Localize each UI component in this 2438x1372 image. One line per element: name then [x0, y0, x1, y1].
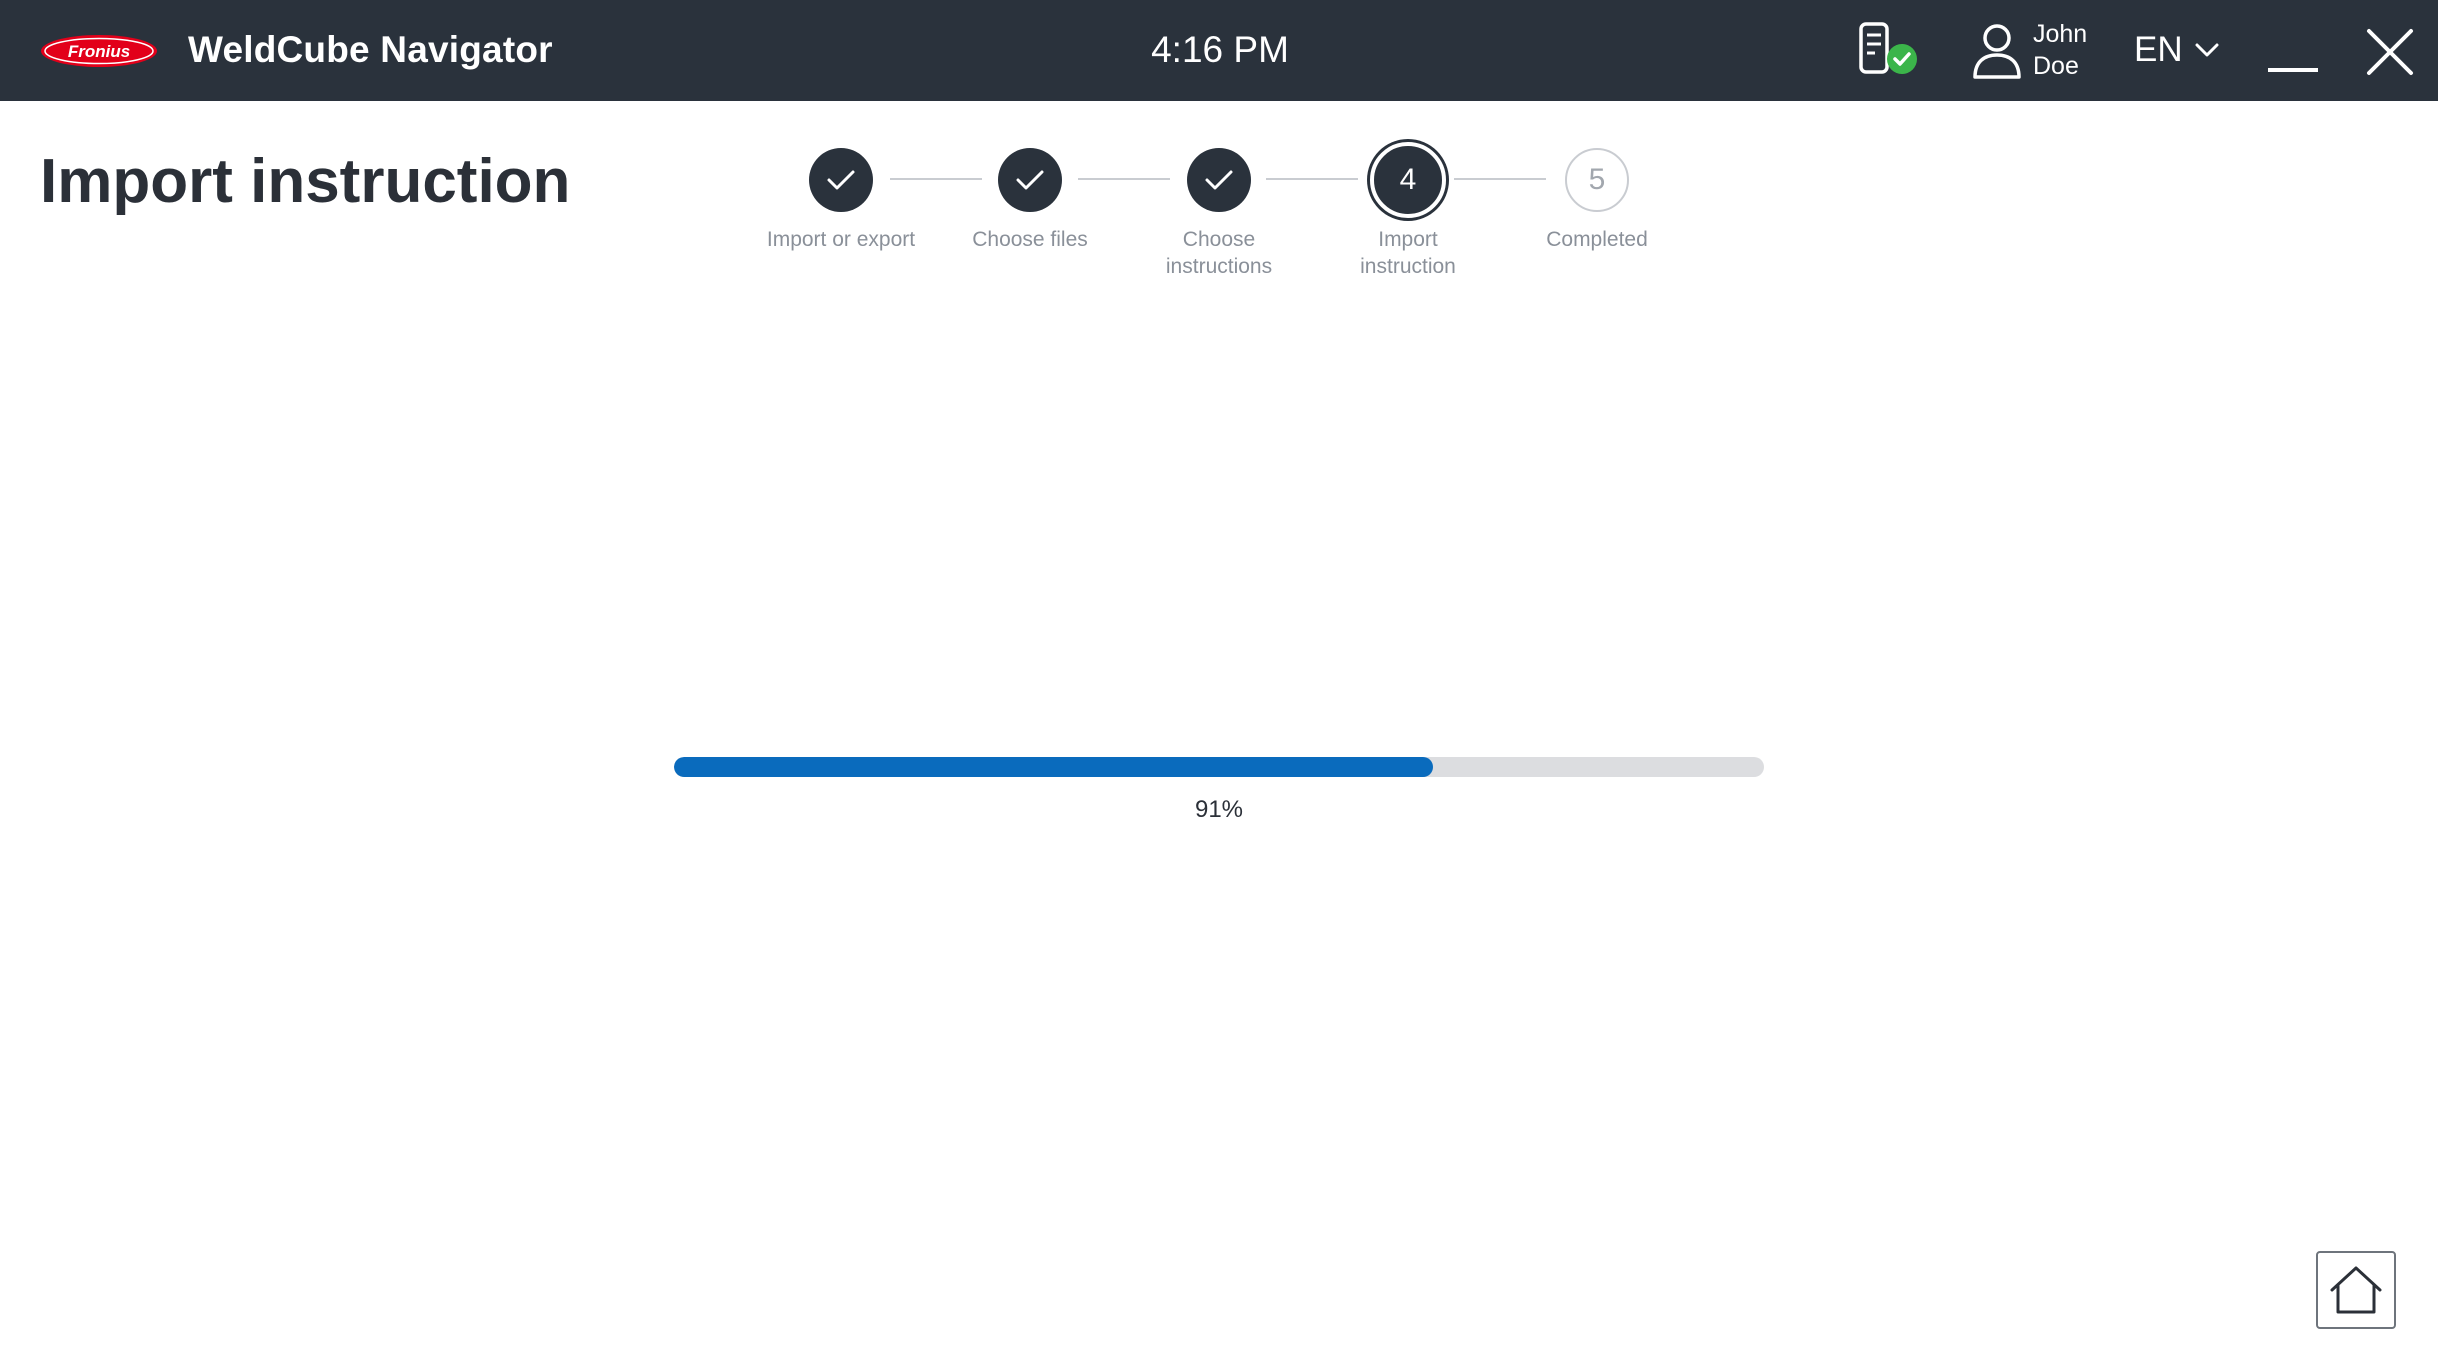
step-label: Choose instructions [1165, 228, 1273, 278]
check-icon [1205, 170, 1233, 190]
check-icon [827, 170, 855, 190]
check-icon [1016, 170, 1044, 190]
step-completed: 5 Completed [1502, 140, 1692, 253]
top-bar: Fronius WeldCube Navigator 4:16 PM John … [0, 0, 2438, 101]
step-label: Import instruction [1360, 228, 1456, 278]
step-label: Completed [1546, 228, 1648, 251]
step-label: Choose files [972, 228, 1088, 251]
user-icon[interactable] [1972, 22, 2022, 80]
clock: 4:16 PM [1151, 29, 1289, 70]
progress-stepper: Import or export Choose files Choose ins… [740, 140, 1680, 300]
step-choose-instructions: Choose instructions [1124, 140, 1314, 280]
user-last-name: Doe [2033, 52, 2079, 80]
step-import-instruction: 4 Import instruction [1313, 140, 1503, 280]
step-import-or-export: Import or export [746, 140, 936, 253]
fronius-logo: Fronius [41, 35, 157, 67]
step-circle-pending: 5 [1565, 148, 1629, 212]
home-button[interactable] [2316, 1251, 2396, 1329]
progress-bar-fill [674, 757, 1433, 777]
progress-percent: 91% [1194, 796, 1244, 823]
close-icon[interactable] [2365, 27, 2415, 77]
step-choose-files: Choose files [935, 140, 1125, 253]
app-title: WeldCube Navigator [188, 29, 553, 70]
progress-bar [674, 757, 1764, 777]
page-title: Import instruction [40, 147, 571, 216]
chevron-down-icon [2195, 43, 2219, 57]
user-first-name: John [2033, 20, 2088, 48]
step-label: Import or export [766, 228, 916, 251]
logo-text: Fronius [68, 42, 130, 61]
device-connected-icon[interactable] [1858, 22, 1922, 80]
user-name[interactable]: John Doe [2033, 18, 2113, 82]
language-selector[interactable]: EN [2134, 26, 2219, 74]
step-circle-done [1187, 148, 1251, 212]
home-icon [2330, 1266, 2382, 1314]
minimize-icon[interactable] [2266, 48, 2320, 74]
step-circle-done [809, 148, 873, 212]
step-circle-done [998, 148, 1062, 212]
step-circle-current: 4 [1370, 142, 1446, 218]
language-label: EN [2134, 30, 2183, 69]
